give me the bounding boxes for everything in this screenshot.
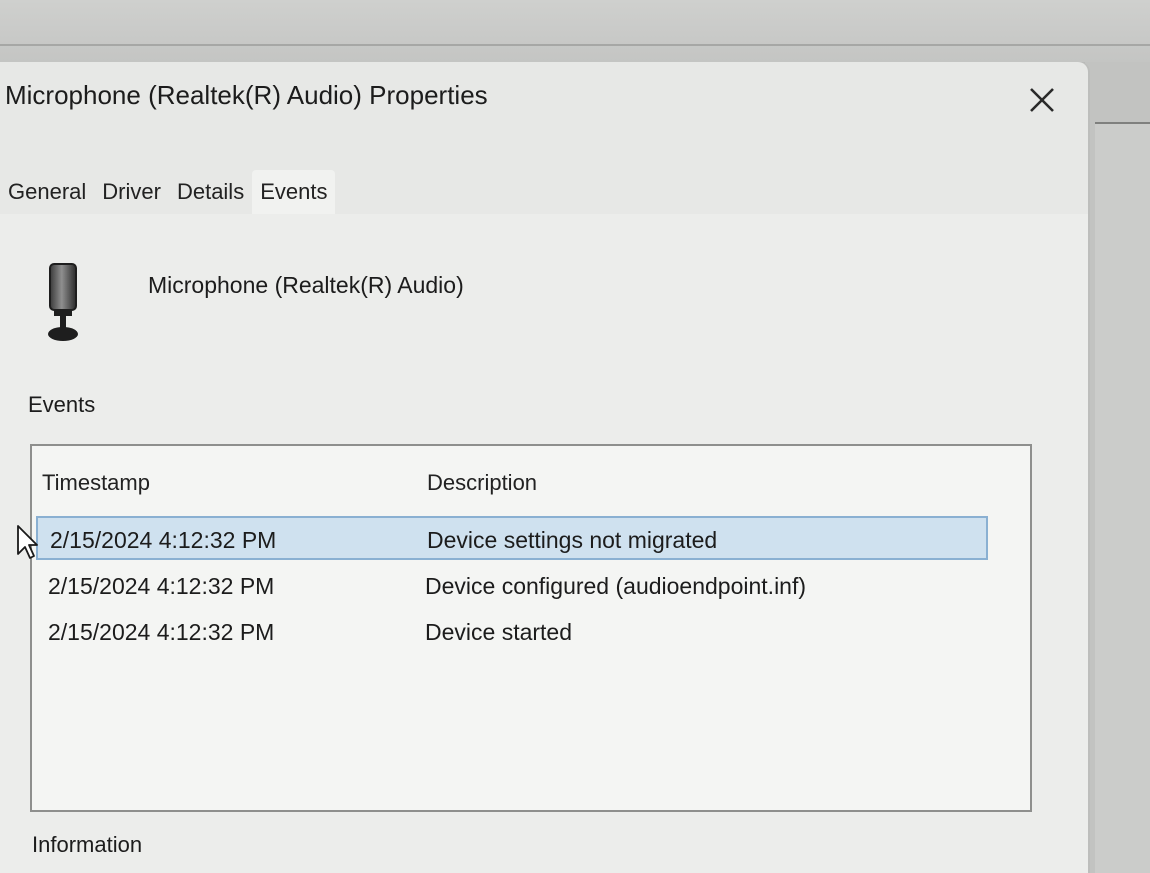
event-row[interactable]: 2/15/2024 4:12:32 PM Device settings not… (36, 516, 988, 560)
event-row[interactable]: 2/15/2024 4:12:32 PM Device started (36, 610, 988, 654)
close-button[interactable] (1022, 80, 1062, 120)
microphone-icon (44, 262, 86, 349)
background-divider (0, 44, 1150, 46)
tab-general[interactable]: General (0, 170, 94, 214)
close-icon (1030, 88, 1054, 112)
event-description: Device configured (audioendpoint.inf) (425, 573, 807, 599)
events-list[interactable]: Timestamp Description 2/15/2024 4:12:32 … (30, 444, 1032, 812)
event-description: Device started (425, 619, 573, 645)
event-timestamp: 2/15/2024 4:12:32 PM (50, 527, 277, 553)
dialog-title: Microphone (Realtek(R) Audio) Properties (5, 80, 488, 110)
event-description: Device settings not migrated (427, 527, 718, 553)
tab-strip: General Driver Details Events (0, 170, 336, 214)
device-name: Microphone (Realtek(R) Audio) (148, 272, 464, 298)
background-window-right (1085, 62, 1150, 873)
properties-dialog: Microphone (Realtek(R) Audio) Properties… (0, 62, 1088, 873)
tab-details[interactable]: Details (169, 170, 252, 214)
column-header-description[interactable]: Description (427, 470, 537, 496)
event-row[interactable]: 2/15/2024 4:12:32 PM Device configured (… (36, 564, 988, 608)
tab-driver[interactable]: Driver (94, 170, 169, 214)
background-window-body (1095, 124, 1150, 873)
event-timestamp: 2/15/2024 4:12:32 PM (48, 619, 275, 645)
tab-events[interactable]: Events (252, 170, 336, 214)
mouse-pointer-icon (16, 524, 38, 565)
events-section-label: Events (28, 392, 96, 417)
background-window-strip (0, 0, 1150, 62)
event-timestamp: 2/15/2024 4:12:32 PM (48, 573, 275, 599)
column-header-timestamp[interactable]: Timestamp (42, 470, 150, 496)
information-section-label: Information (32, 832, 143, 857)
